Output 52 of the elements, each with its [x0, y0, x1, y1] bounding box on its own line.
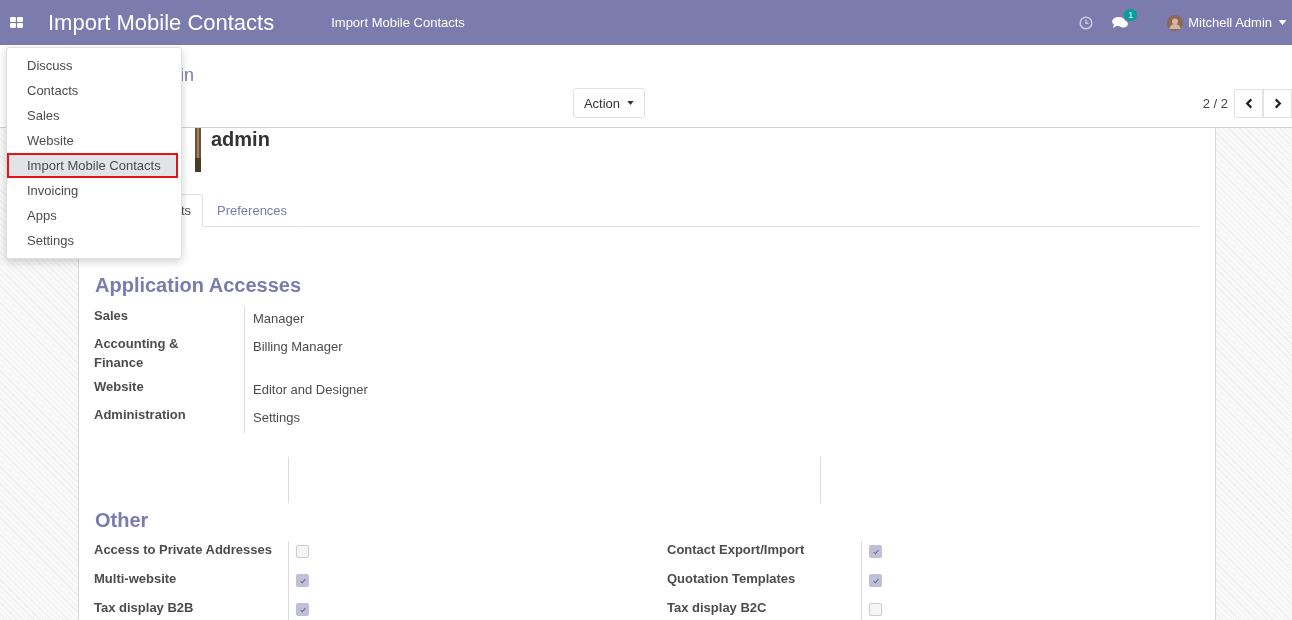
check-icon	[298, 605, 307, 614]
check-icon	[298, 576, 307, 585]
chevron-right-icon	[1273, 97, 1282, 109]
menu-item[interactable]: Invoicing	[7, 178, 181, 203]
menu-item[interactable]: Sales	[7, 103, 181, 128]
field-label: Accounting & Finance	[94, 335, 180, 372]
previous-button[interactable]	[1234, 88, 1263, 118]
field-label: Quotation Templates	[667, 570, 797, 588]
section-heading: Application Accesses	[95, 274, 302, 297]
field-label: Tax display B2B	[94, 599, 195, 617]
tab[interactable]: Preferences	[203, 194, 302, 227]
field-value[interactable]: Billing Manager	[244, 334, 473, 377]
field-value[interactable]: Manager	[244, 306, 473, 334]
chevron-left-icon	[1244, 97, 1253, 109]
checkbox[interactable]	[869, 545, 882, 558]
action-dropdown-button[interactable]: Action	[573, 88, 645, 118]
field-label: Sales	[94, 307, 129, 325]
checkbox[interactable]	[869, 574, 882, 587]
field-label: Administration	[94, 406, 184, 424]
pager-counter: 2 / 2	[1202, 95, 1228, 111]
field-label: Website	[94, 378, 145, 396]
apps-grid-icon[interactable]	[10, 17, 23, 28]
field-label: Contact Export/Import	[667, 541, 806, 559]
user-menu[interactable]: Mitchell Admin	[1188, 15, 1272, 30]
field-label: Tax display B2C	[667, 599, 768, 617]
checkbox[interactable]	[296, 545, 309, 558]
chat-icon[interactable]	[1112, 16, 1130, 29]
menu-item[interactable]: Apps	[7, 203, 181, 228]
check-icon	[871, 547, 880, 556]
menu-item[interactable]: Import Mobile Contacts	[7, 153, 178, 178]
menu-item[interactable]: Website	[7, 128, 181, 153]
checkbox[interactable]	[296, 574, 309, 587]
caret-icon[interactable]	[1278, 20, 1287, 25]
field-label: Multi-website	[94, 570, 178, 588]
menu-item[interactable]: Settings	[7, 228, 181, 253]
menu-item[interactable]: Discuss	[7, 53, 181, 78]
section-heading: Other	[95, 509, 150, 532]
field-value[interactable]: Editor and Designer	[244, 377, 473, 405]
clock-icon[interactable]	[1079, 15, 1094, 30]
app-title: Import Mobile Contacts	[48, 9, 275, 36]
caret-icon	[627, 101, 635, 105]
field-label: Access to Private Addresses	[94, 541, 273, 559]
field-value[interactable]: Settings	[244, 405, 473, 433]
navbar-menu-link[interactable]: Import Mobile Contacts	[331, 15, 465, 30]
checkbox[interactable]	[296, 603, 309, 616]
next-button[interactable]	[1263, 88, 1292, 118]
check-icon	[871, 576, 880, 585]
record-name: admin	[211, 128, 270, 151]
avatar-icon	[1167, 14, 1184, 31]
message-count-badge: 1	[1124, 9, 1138, 21]
menu-item[interactable]: Contacts	[7, 78, 181, 103]
checkbox[interactable]	[869, 603, 882, 616]
